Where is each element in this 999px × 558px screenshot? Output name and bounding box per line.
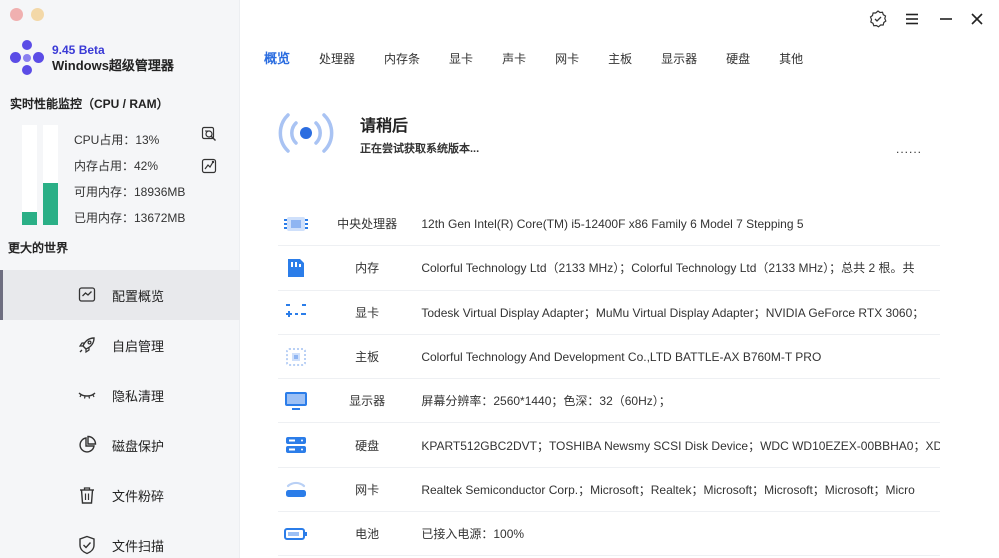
tab-gpu[interactable]: 显卡 <box>449 50 473 68</box>
close-icon[interactable] <box>966 8 988 30</box>
nav-label: 自启管理 <box>112 338 165 354</box>
sidebar-nav: 配置概览 自启管理 隐私清理 磁盘保护 文件粉碎 文件扫描 <box>0 270 240 558</box>
hardware-row-monitor: 显示器 屏幕分辨率：2560*1440；色深：32（60Hz）； <box>278 379 940 424</box>
nav-label: 配置概览 <box>112 288 165 304</box>
nav-label: 隐私清理 <box>112 388 165 404</box>
status-title: 请稍后 <box>360 118 409 135</box>
minimize-dot[interactable] <box>31 8 44 21</box>
close-dot[interactable] <box>10 8 23 21</box>
hardware-value: Todesk Virtual Display Adapter；MuMu Virt… <box>421 305 925 320</box>
hardware-row-cpu: 中央处理器 12th Gen Intel(R) Core(TM) i5-1240… <box>278 202 940 247</box>
verified-icon[interactable] <box>867 8 889 30</box>
disk-icon <box>278 435 313 455</box>
hardware-value: 已接入电源：100% <box>421 527 525 542</box>
window-dots <box>10 8 44 21</box>
shield-icon <box>77 535 97 555</box>
hardware-list: 中央处理器 12th Gen Intel(R) Core(TM) i5-1240… <box>278 202 940 557</box>
hardware-name: 中央处理器 <box>337 217 398 232</box>
hardware-name: 内存 <box>355 261 380 276</box>
ram-bar <box>43 125 58 225</box>
tab-monitor[interactable]: 显示器 <box>661 50 697 68</box>
hardware-value: 屏幕分辨率：2560*1440；色深：32（60Hz）； <box>421 394 671 409</box>
clean-memory-icon[interactable] <box>201 158 217 174</box>
hardware-value: 12th Gen Intel(R) Core(TM) i5-12400F x86… <box>421 216 804 231</box>
hardware-name: 显卡 <box>355 305 380 320</box>
app-logo-icon <box>9 40 45 76</box>
usage-bars <box>22 125 58 225</box>
tab-other[interactable]: 其他 <box>779 50 803 68</box>
nav-label: 文件粉碎 <box>112 488 165 504</box>
network-icon <box>278 479 313 499</box>
memory-icon <box>278 258 313 278</box>
cpu-usage-text: CPU占用：13% <box>74 133 160 147</box>
nav-item-privacy[interactable]: 隐私清理 <box>0 370 240 420</box>
minimize-icon[interactable] <box>935 8 957 30</box>
hardware-value: Realtek Semiconductor Corp.；Microsoft；Re… <box>421 482 915 497</box>
nav-label: 文件扫描 <box>112 538 165 554</box>
hardware-row-motherboard: 主板 Colorful Technology And Development C… <box>278 335 940 380</box>
hardware-tabs: 概览 处理器 内存条 显卡 声卡 网卡 主板 显示器 硬盘 其他 <box>264 50 832 68</box>
status-dots: ...... <box>896 142 923 156</box>
eye-closed-icon <box>77 385 97 405</box>
trash-icon <box>77 485 97 505</box>
tab-motherboard[interactable]: 主板 <box>608 50 632 68</box>
motherboard-icon <box>278 347 313 367</box>
hardware-name: 网卡 <box>355 482 380 497</box>
hardware-name: 电池 <box>355 527 380 542</box>
hardware-name: 主板 <box>355 350 380 365</box>
tab-sound[interactable]: 声卡 <box>502 50 526 68</box>
battery-icon <box>278 524 313 544</box>
hardware-name: 硬盘 <box>355 438 380 453</box>
chart-icon <box>77 285 97 305</box>
tab-processor[interactable]: 处理器 <box>319 50 355 68</box>
cpu-icon <box>278 214 313 234</box>
brand: 9.45 Beta Windows超级管理器 <box>9 40 174 76</box>
cpu-bar <box>22 125 37 225</box>
scan-icon[interactable] <box>201 126 217 142</box>
hardware-value: Colorful Technology Ltd（2133 MHz）；Colorf… <box>421 261 915 276</box>
pie-chart-icon <box>77 435 97 455</box>
nav-item-shred[interactable]: 文件粉碎 <box>0 470 240 520</box>
tab-disk[interactable]: 硬盘 <box>726 50 750 68</box>
monitor-icon <box>278 391 313 411</box>
status-subtitle: 正在尝试获取系统版本... <box>360 143 480 155</box>
ram-usage-text: 内存占用：42% <box>74 159 159 173</box>
loading-signal-icon <box>276 103 336 163</box>
monitor-title: 实时性能监控（CPU / RAM） <box>10 97 169 111</box>
gpu-icon <box>278 302 313 322</box>
hardware-value: KPART512GBC2DVT；TOSHIBA Newsmy SCSI Disk… <box>421 438 940 453</box>
hardware-row-gpu: 显卡 Todesk Virtual Display Adapter；MuMu V… <box>278 291 940 335</box>
tab-network[interactable]: 网卡 <box>555 50 579 68</box>
app-version: 9.45 Beta <box>52 42 105 57</box>
hardware-row-network: 网卡 Realtek Semiconductor Corp.；Microsoft… <box>278 468 940 513</box>
menu-icon[interactable] <box>901 8 923 30</box>
used-memory-text: 已用内存：13672MB <box>74 211 186 225</box>
nav-item-overview[interactable]: 配置概览 <box>0 270 240 320</box>
app-name: Windows超级管理器 <box>52 57 174 73</box>
tab-memory[interactable]: 内存条 <box>384 50 420 68</box>
ram-bar-fill <box>43 183 58 225</box>
nav-label: 磁盘保护 <box>112 438 165 454</box>
slogan: 更大的世界 <box>8 241 69 255</box>
free-memory-text: 可用内存：18936MB <box>74 185 186 199</box>
hardware-row-disk: 硬盘 KPART512GBC2DVT；TOSHIBA Newsmy SCSI D… <box>278 423 940 468</box>
tab-overview[interactable]: 概览 <box>264 50 290 68</box>
nav-item-disk-protect[interactable]: 磁盘保护 <box>0 420 240 470</box>
sidebar: 9.45 Beta Windows超级管理器 实时性能监控（CPU / RAM）… <box>0 0 240 558</box>
nav-item-file-scan[interactable]: 文件扫描 <box>0 520 240 558</box>
hardware-value: Colorful Technology And Development Co.,… <box>421 349 822 364</box>
stats-list: CPU占用：13% 内存占用：42% 可用内存：18936MB 已用内存：136… <box>74 130 185 234</box>
hardware-name: 显示器 <box>349 394 386 409</box>
hardware-row-battery: 电池 已接入电源：100% <box>278 512 940 557</box>
rocket-icon <box>77 335 97 355</box>
nav-item-startup[interactable]: 自启管理 <box>0 320 240 370</box>
hardware-row-memory: 内存 Colorful Technology Ltd（2133 MHz）；Col… <box>278 246 940 291</box>
cpu-bar-fill <box>22 212 37 225</box>
